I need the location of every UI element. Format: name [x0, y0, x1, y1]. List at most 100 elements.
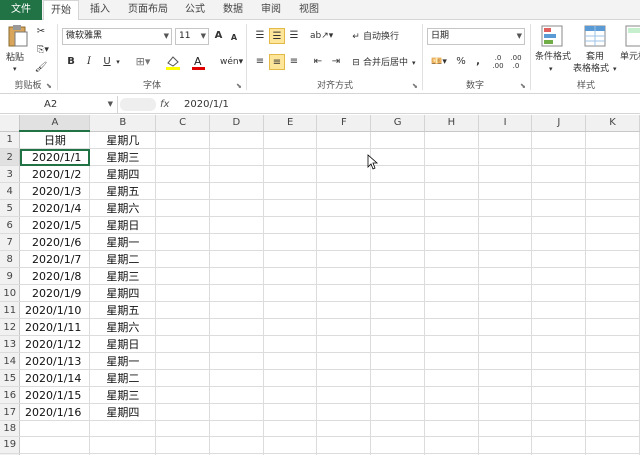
cell-k1[interactable]: [585, 131, 640, 150]
cell-g11[interactable]: [370, 301, 425, 320]
cell-i19[interactable]: [478, 436, 533, 454]
cell-c6[interactable]: [155, 216, 210, 235]
cell-g13[interactable]: [370, 335, 425, 354]
cell-i3[interactable]: [478, 165, 533, 184]
border-icon[interactable]: ⊞▾: [132, 54, 154, 70]
cell-h10[interactable]: [424, 284, 479, 303]
cell-f8[interactable]: [316, 250, 372, 269]
align-top-icon[interactable]: ☰: [252, 28, 268, 44]
cell-g5[interactable]: [370, 199, 425, 218]
row-header[interactable]: 19: [0, 436, 21, 454]
align-bottom-icon[interactable]: ☰: [286, 28, 302, 44]
formula-bar-resize-handle[interactable]: [120, 98, 156, 111]
cell-b9[interactable]: 星期三: [89, 267, 157, 286]
cell-i7[interactable]: [478, 233, 533, 252]
cell-j7[interactable]: [531, 233, 587, 252]
tab-formulas[interactable]: 公式: [178, 0, 212, 20]
row-header[interactable]: 3: [0, 165, 21, 184]
cell-k12[interactable]: [585, 318, 640, 337]
row-header[interactable]: 12: [0, 318, 21, 337]
cell-h15[interactable]: [424, 369, 479, 388]
underline-button[interactable]: U: [100, 54, 114, 70]
cell-c10[interactable]: [155, 284, 210, 303]
column-header-j[interactable]: J: [531, 115, 587, 132]
row-header[interactable]: 15: [0, 369, 21, 388]
cell-e2[interactable]: [263, 148, 318, 167]
cell-j10[interactable]: [531, 284, 587, 303]
name-box[interactable]: A2 ▼: [0, 96, 118, 113]
column-header-e[interactable]: E: [263, 115, 318, 132]
cell-d12[interactable]: [209, 318, 264, 337]
column-header-h[interactable]: H: [424, 115, 479, 132]
cell-j19[interactable]: [531, 436, 587, 454]
cell-f6[interactable]: [316, 216, 372, 235]
cell-k19[interactable]: [585, 436, 640, 454]
conditional-format-icon[interactable]: [540, 24, 564, 48]
cell-k7[interactable]: [585, 233, 640, 252]
select-all-button[interactable]: [0, 115, 21, 132]
cell-f17[interactable]: [316, 403, 372, 422]
cell-b19[interactable]: [89, 436, 157, 454]
tab-view[interactable]: 视图: [292, 0, 326, 20]
format-painter-icon[interactable]: 🖌: [34, 60, 48, 74]
tab-file[interactable]: 文件: [0, 0, 42, 20]
tab-home[interactable]: 开始: [43, 0, 79, 21]
cell-j3[interactable]: [531, 165, 587, 184]
cell-b1[interactable]: 星期几: [89, 131, 157, 150]
cell-d1[interactable]: [209, 131, 264, 150]
cell-c9[interactable]: [155, 267, 210, 286]
format-as-table-icon[interactable]: [583, 24, 607, 48]
cell-c12[interactable]: [155, 318, 210, 337]
cell-h7[interactable]: [424, 233, 479, 252]
cell-i4[interactable]: [478, 182, 533, 201]
cell-a19[interactable]: [19, 436, 91, 454]
row-header[interactable]: 2: [0, 148, 21, 167]
increase-indent-icon[interactable]: ⇥: [328, 54, 344, 70]
cell-e3[interactable]: [263, 165, 318, 184]
font-size-dropdown[interactable]: 11 ▼: [175, 28, 209, 45]
cell-g10[interactable]: [370, 284, 425, 303]
cell-a17[interactable]: 2020/1/16: [19, 403, 91, 422]
cell-f5[interactable]: [316, 199, 372, 218]
cell-d16[interactable]: [209, 386, 264, 405]
cell-g1[interactable]: [370, 131, 425, 150]
cell-k15[interactable]: [585, 369, 640, 388]
cell-d4[interactable]: [209, 182, 264, 201]
cell-h17[interactable]: [424, 403, 479, 422]
increase-decimal-icon[interactable]: .0.00: [490, 54, 506, 70]
cell-f13[interactable]: [316, 335, 372, 354]
cell-g18[interactable]: [370, 420, 425, 438]
cell-a5[interactable]: 2020/1/4: [19, 199, 91, 218]
cell-e8[interactable]: [263, 250, 318, 269]
cell-d5[interactable]: [209, 199, 264, 218]
row-header[interactable]: 7: [0, 233, 21, 252]
clipboard-launcher-icon[interactable]: ⬊: [46, 82, 52, 90]
cell-e11[interactable]: [263, 301, 318, 320]
cell-k8[interactable]: [585, 250, 640, 269]
cell-k13[interactable]: [585, 335, 640, 354]
cell-e16[interactable]: [263, 386, 318, 405]
cell-d8[interactable]: [209, 250, 264, 269]
cut-icon[interactable]: ✂: [34, 24, 48, 38]
grow-font-button[interactable]: A: [212, 28, 225, 44]
cell-i16[interactable]: [478, 386, 533, 405]
number-launcher-icon[interactable]: ⬊: [520, 82, 526, 90]
cell-c16[interactable]: [155, 386, 210, 405]
orientation-icon[interactable]: ab↗▾: [310, 28, 333, 44]
row-header[interactable]: 18: [0, 420, 21, 438]
cell-h14[interactable]: [424, 352, 479, 371]
cell-i9[interactable]: [478, 267, 533, 286]
cell-f10[interactable]: [316, 284, 372, 303]
cell-e13[interactable]: [263, 335, 318, 354]
cell-b18[interactable]: [89, 420, 157, 438]
cell-j12[interactable]: [531, 318, 587, 337]
cell-c1[interactable]: [155, 131, 210, 150]
align-middle-icon[interactable]: ☰: [269, 28, 285, 44]
cell-k16[interactable]: [585, 386, 640, 405]
cell-b13[interactable]: 星期日: [89, 335, 157, 354]
cell-b8[interactable]: 星期二: [89, 250, 157, 269]
cell-a6[interactable]: 2020/1/5: [19, 216, 91, 235]
font-color-icon[interactable]: A: [190, 54, 210, 76]
cell-d19[interactable]: [209, 436, 264, 454]
cell-e15[interactable]: [263, 369, 318, 388]
